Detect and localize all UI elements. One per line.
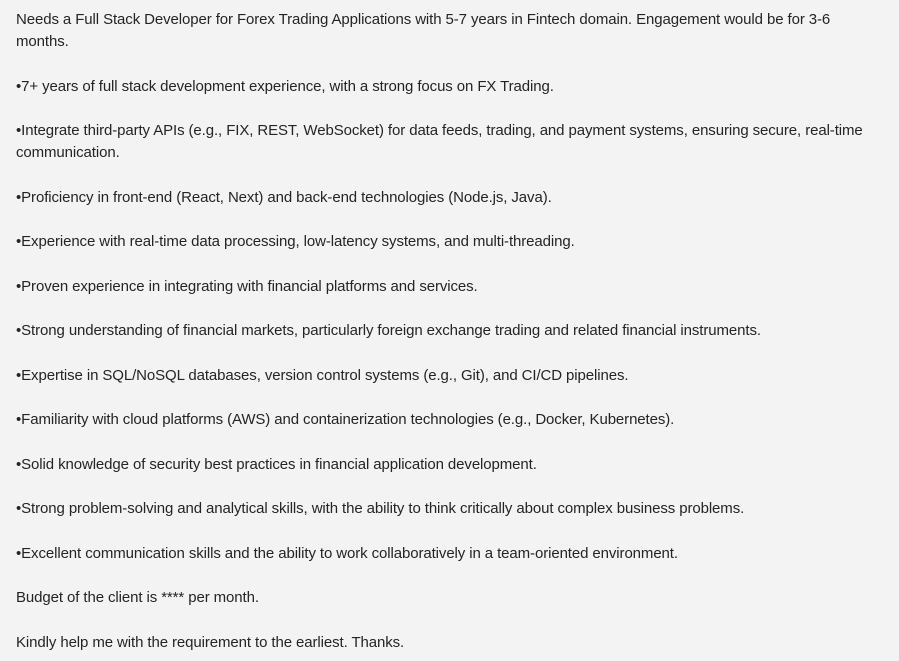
- requirement-text: Proven experience in integrating with fi…: [21, 277, 478, 295]
- requirement-text: Strong understanding of financial market…: [21, 322, 761, 339]
- requirement-text: Integrate third-party APIs (e.g., FIX, R…: [16, 122, 863, 161]
- message-body: Needs a Full Stack Developer for Forex T…: [0, 0, 899, 661]
- requirement-text: Proficiency in front-end (React, Next) a…: [21, 188, 552, 206]
- list-item: •Strong problem-solving and analytical s…: [16, 498, 869, 520]
- list-item: •Integrate third-party APIs (e.g., FIX, …: [16, 120, 866, 164]
- list-item: •Proficiency in front-end (React, Next) …: [16, 187, 869, 209]
- requirement-text: Strong problem-solving and analytical sk…: [21, 500, 745, 517]
- list-item: •Proven experience in integrating with f…: [16, 276, 869, 298]
- requirement-text: Familiarity with cloud platforms (AWS) a…: [21, 411, 675, 428]
- intro-text: Needs a Full Stack Developer for Forex T…: [16, 11, 831, 50]
- budget-text: Budget of the client is **** per month.: [16, 589, 259, 606]
- requirement-text: 7+ years of full stack development exper…: [21, 77, 554, 95]
- requirement-text: Expertise in SQL/NoSQL databases, versio…: [21, 366, 629, 384]
- list-item: •7+ years of full stack development expe…: [16, 76, 869, 98]
- list-item: •Strong understanding of financial marke…: [16, 320, 869, 342]
- requirements-list: •7+ years of full stack development expe…: [16, 76, 869, 565]
- list-item: •Excellent communication skills and the …: [16, 543, 869, 565]
- list-item: •Familiarity with cloud platforms (AWS) …: [16, 409, 869, 431]
- requirement-text: Solid knowledge of security best practic…: [21, 455, 537, 473]
- requirement-text: Experience with real-time data processin…: [21, 233, 575, 250]
- closing-text: Kindly help me with the requirement to t…: [16, 633, 405, 651]
- list-item: •Experience with real-time data processi…: [16, 231, 869, 253]
- list-item: •Expertise in SQL/NoSQL databases, versi…: [16, 365, 869, 387]
- list-item: •Solid knowledge of security best practi…: [16, 454, 869, 476]
- requirement-text: Excellent communication skills and the a…: [21, 544, 678, 562]
